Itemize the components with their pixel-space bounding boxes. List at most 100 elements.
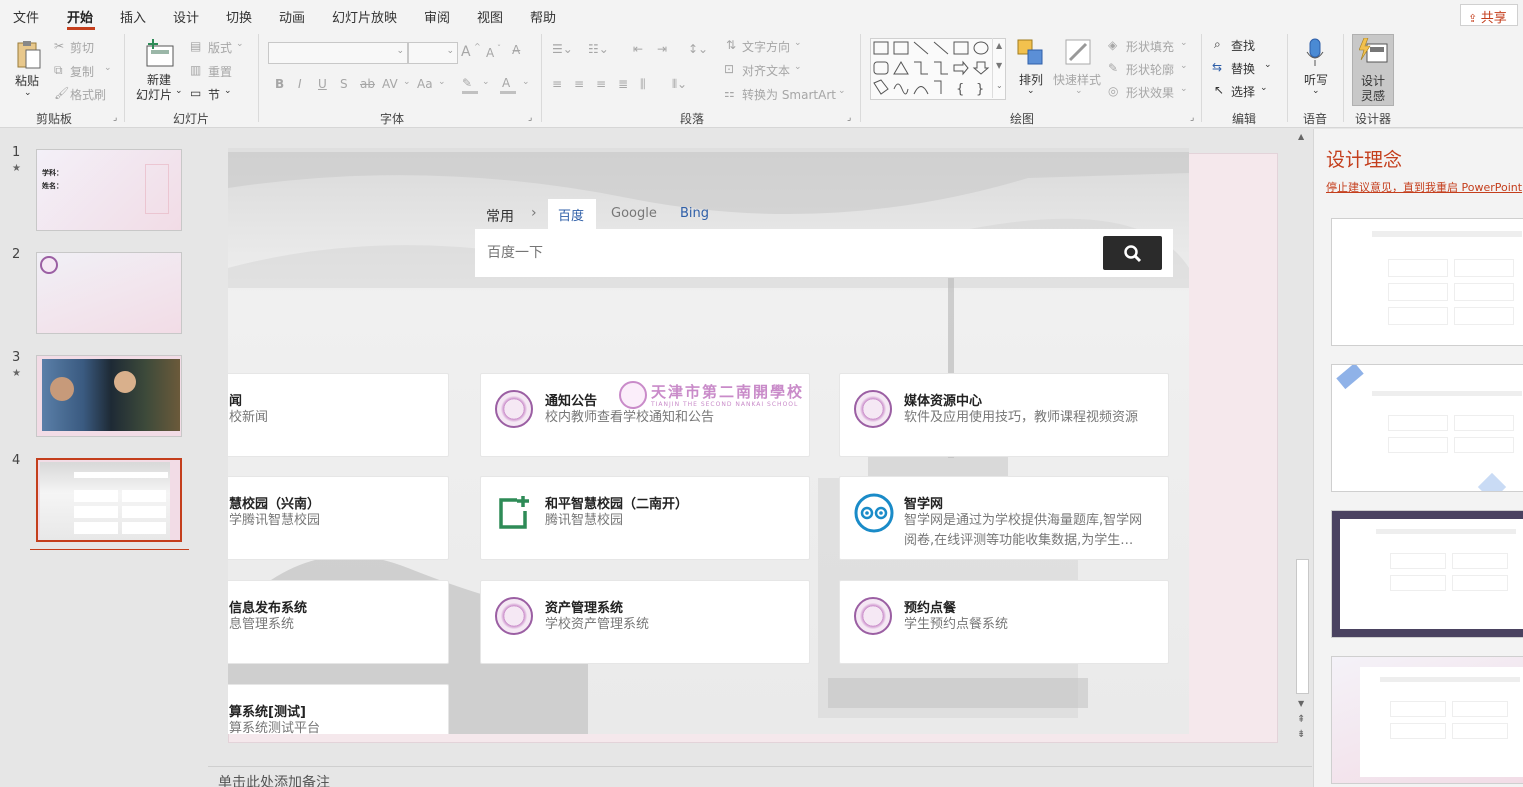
menu-design[interactable]: 设计 <box>173 7 199 26</box>
search-button[interactable] <box>1103 236 1162 270</box>
menu-view[interactable]: 视图 <box>477 7 503 26</box>
expand-gallery-icon[interactable]: ⌄ <box>992 78 1006 98</box>
chevron-down-icon[interactable]: ⌄ <box>1180 38 1188 48</box>
align-text-button[interactable]: 对齐文本 <box>742 62 790 79</box>
justify-icon[interactable]: ≣ <box>618 77 628 91</box>
slide-web-screenshot[interactable]: 常用 › 百度 Google Bing 闻 校新闻 通知公告 校内教师查看学校通… <box>228 148 1189 734</box>
tab-bing[interactable]: Bing <box>680 206 709 221</box>
drawing-launcher-icon[interactable]: ⌟ <box>1190 113 1194 123</box>
underline-button[interactable]: U <box>318 77 327 91</box>
previous-slide-icon[interactable]: ⇞ <box>1297 714 1305 725</box>
font-size-dropdown[interactable]: ⌄ <box>408 42 458 64</box>
design-option-3[interactable] <box>1331 510 1523 638</box>
design-option-4[interactable] <box>1331 656 1523 784</box>
change-case-button[interactable]: Aa <box>417 77 433 91</box>
copy-button[interactable]: 复制 <box>70 63 94 80</box>
paste-button[interactable]: 粘贴 <box>15 72 39 89</box>
microphone-icon[interactable] <box>1305 38 1325 68</box>
slide-thumbnail-4-selected[interactable] <box>36 458 182 542</box>
menu-file[interactable]: 文件 <box>13 7 39 26</box>
card-zhixue[interactable]: 智学网 智学网是通过为学校提供海量题库,智学网 阅卷,在线评测等功能收集数据,为… <box>839 476 1169 560</box>
slide-thumbnail-3[interactable] <box>36 355 182 437</box>
italic-button[interactable]: I <box>298 77 302 91</box>
card-smart-campus-xingnan[interactable]: 慧校园（兴南） 学腾讯智慧校园 <box>228 476 449 560</box>
paragraph-launcher-icon[interactable]: ⌟ <box>847 113 851 123</box>
card-smart-campus-ernankai[interactable]: 和平智慧校园（二南开） 腾讯智慧校园 <box>480 476 810 560</box>
card-info-publish[interactable]: 信息发布系统 息管理系统 <box>228 580 449 664</box>
align-center-icon[interactable]: ≡ <box>574 77 584 91</box>
shapes-gallery[interactable]: {} <box>870 38 1006 100</box>
replace-button[interactable]: 替换 <box>1231 60 1255 77</box>
tab-baidu[interactable]: 百度 <box>548 199 596 229</box>
text-direction-button[interactable]: 文字方向 <box>742 38 790 55</box>
new-slide-icon[interactable] <box>145 38 175 68</box>
find-button[interactable]: 查找 <box>1231 37 1255 54</box>
shadow-button[interactable]: S <box>340 77 348 91</box>
scroll-up-icon[interactable]: ▲ <box>1298 132 1304 141</box>
chevron-down-icon[interactable]: ⌄ <box>794 62 802 72</box>
card-news[interactable]: 闻 校新闻 <box>228 373 449 457</box>
section-dropdown-icon[interactable]: ⌄ <box>224 86 232 96</box>
bullets-icon[interactable]: ☰⌄ <box>552 42 573 56</box>
font-color-button[interactable]: A <box>502 76 510 90</box>
columns-icon[interactable]: ⫴⌄ <box>672 77 687 92</box>
chevron-down-icon[interactable]: ⌄ <box>1180 61 1188 71</box>
paste-dropdown-icon[interactable]: ⌄ <box>24 88 32 98</box>
stop-suggestions-link[interactable]: 停止建议意见，直到我重启 PowerPoint <box>1326 179 1522 195</box>
section-button[interactable]: 节 <box>208 86 220 103</box>
chevron-down-icon[interactable]: ⌄ <box>1075 86 1083 96</box>
align-left-icon[interactable]: ≡ <box>552 77 562 91</box>
shape-effects-button[interactable]: 形状效果 <box>1126 84 1174 101</box>
tab-google[interactable]: Google <box>611 206 657 221</box>
notes-pane[interactable]: 单击此处添加备注 <box>208 766 1312 787</box>
chevron-down-icon[interactable]: ⌄ <box>794 38 802 48</box>
format-painter-button[interactable]: 格式刷 <box>70 86 106 103</box>
copy-dropdown-icon[interactable]: ⌄ <box>104 63 112 73</box>
clear-format-icon[interactable]: A̶ <box>512 43 520 57</box>
design-option-1[interactable] <box>1331 218 1523 346</box>
shape-outline-button[interactable]: 形状轮廓 <box>1126 61 1174 78</box>
font-launcher-icon[interactable]: ⌟ <box>528 113 532 123</box>
chevron-down-icon[interactable]: ⌄ <box>1260 83 1268 93</box>
scroll-down-icon[interactable]: ▼ <box>1298 699 1304 708</box>
reset-button[interactable]: 重置 <box>208 63 232 80</box>
menu-insert[interactable]: 插入 <box>120 7 146 26</box>
shrink-font-button[interactable]: A <box>486 46 494 60</box>
line-spacing-icon[interactable]: ↕⌄ <box>688 42 708 56</box>
card-asset-management[interactable]: 资产管理系统 学校资产管理系统 <box>480 580 810 664</box>
chevron-down-icon[interactable]: ⌄ <box>1312 86 1320 96</box>
decrease-indent-icon[interactable]: ⇤ <box>633 42 643 56</box>
align-right-icon[interactable]: ≡ <box>596 77 606 91</box>
chevron-down-icon[interactable]: ⌄ <box>1180 84 1188 94</box>
convert-smartart-button[interactable]: 转换为 SmartArt <box>742 86 836 103</box>
chevron-down-icon[interactable]: ⌄ <box>438 77 446 87</box>
menu-review[interactable]: 审阅 <box>424 7 450 26</box>
quick-styles-icon[interactable] <box>1064 38 1094 68</box>
design-ideas-button[interactable]: 设计 灵感 <box>1352 34 1394 106</box>
chevron-down-icon[interactable]: ⌄ <box>1264 60 1272 70</box>
chevron-down-icon[interactable]: ⌄ <box>482 77 490 87</box>
numbering-icon[interactable]: ☷⌄ <box>588 42 609 56</box>
cut-button[interactable]: 剪切 <box>70 39 94 56</box>
scroll-down-icon[interactable]: ▼ <box>992 58 1006 78</box>
font-name-dropdown[interactable]: ⌄ <box>268 42 408 64</box>
bold-button[interactable]: B <box>275 77 284 91</box>
clipboard-launcher-icon[interactable]: ⌟ <box>113 113 117 123</box>
share-button[interactable]: ⇪ 共享 <box>1460 4 1518 26</box>
chevron-down-icon[interactable]: ⌄ <box>403 77 411 87</box>
grow-font-button[interactable]: A <box>461 44 471 60</box>
menu-help[interactable]: 帮助 <box>530 7 556 26</box>
increase-indent-icon[interactable]: ⇥ <box>657 42 667 56</box>
vertical-scrollbar[interactable]: ▲ ▼ ⇞ ⇟ <box>1294 129 1311 765</box>
shape-fill-button[interactable]: 形状填充 <box>1126 38 1174 55</box>
slide-thumbnail-1[interactable]: 学科： 姓名： <box>36 149 182 231</box>
card-meal-order[interactable]: 预约点餐 学生预约点餐系统 <box>839 580 1169 664</box>
chevron-down-icon[interactable]: ⌄ <box>522 77 530 87</box>
new-slide-dropdown-icon[interactable]: ⌄ <box>175 86 183 96</box>
menu-slideshow[interactable]: 幻灯片放映 <box>332 7 397 26</box>
layout-dropdown-icon[interactable]: ⌄ <box>236 39 244 49</box>
paste-icon[interactable] <box>16 40 42 70</box>
arrange-icon[interactable] <box>1016 38 1046 68</box>
select-button[interactable]: 选择 <box>1231 83 1255 100</box>
tab-common[interactable]: 常用 <box>486 206 514 226</box>
